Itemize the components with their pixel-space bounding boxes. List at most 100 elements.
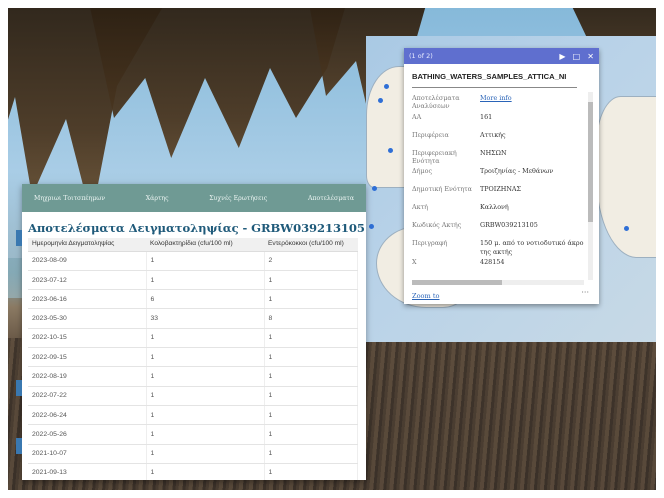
nav-item-faq[interactable]: Συχνές Ερωτήσεις xyxy=(209,195,267,202)
cell-enterococci: 1 xyxy=(264,463,358,480)
attribute-key: Δήμος xyxy=(412,167,433,176)
table-row: 2023-08-09 1 2 xyxy=(28,251,358,271)
cell-enterococci: 1 xyxy=(264,328,358,349)
cell-enterococci: 1 xyxy=(264,289,358,310)
cell-date: 2022-07-22 xyxy=(28,386,147,406)
cell-coliforms: 1 xyxy=(146,463,265,480)
cell-coliforms: 1 xyxy=(146,328,265,349)
cell-coliforms: 1 xyxy=(146,444,265,464)
nav-item-map[interactable]: Χάρτης xyxy=(146,195,169,202)
cell-date: 2022-06-24 xyxy=(28,405,147,426)
table-row: 2022-09-15 1 1 xyxy=(28,347,358,368)
table-row: 2021-10-07 1 1 xyxy=(28,444,358,464)
table-row: 2023-07-12 1 1 xyxy=(28,270,358,291)
table-row: 2021-09-13 1 1 xyxy=(28,463,358,480)
column-header-enterococci: Εντερόκοκκοι (cfu/100 ml) xyxy=(264,238,358,252)
cell-date: 2022-10-15 xyxy=(28,328,147,349)
sample-marker[interactable] xyxy=(624,226,629,231)
more-info-link[interactable]: More info xyxy=(480,94,584,102)
zoom-to-link[interactable]: Zoom to xyxy=(412,292,440,300)
popup-header: (1 of 2) ▶ □ ✕ xyxy=(404,48,599,64)
attribute-row: ΑΑ 161 xyxy=(412,113,584,129)
table-row: 2023-05-30 33 8 xyxy=(28,308,358,329)
cell-date: 2022-09-15 xyxy=(28,347,147,368)
cell-date: 2022-05-26 xyxy=(28,424,147,445)
cell-enterococci: 2 xyxy=(264,251,358,271)
sample-marker[interactable] xyxy=(372,186,377,191)
table-header-row: Ημερομηνία Δειγματοληψίας Κολοβακτηρίδια… xyxy=(28,238,358,252)
sample-marker[interactable] xyxy=(369,224,374,229)
cell-enterococci: 1 xyxy=(264,347,358,368)
attribute-value: ΝΗΣΩΝ xyxy=(480,148,507,157)
cell-coliforms: 1 xyxy=(146,270,265,291)
popup-controls: ▶ □ ✕ xyxy=(554,52,594,61)
attribute-key: Περιγραφή xyxy=(412,239,448,248)
next-icon[interactable]: ▶ xyxy=(559,52,565,61)
attribute-value: 150 μ. από το νοτιοδυτικό άκρο της ακτής xyxy=(480,239,584,256)
top-navbar: Μηχριωι Τοιτσπέημων Χάρτης Συχνές Ερωτήσ… xyxy=(22,184,366,212)
side-marker xyxy=(16,230,22,246)
attribute-key: Ακτή xyxy=(412,203,428,212)
sample-marker[interactable] xyxy=(388,148,393,153)
attribute-row: Αποτελέσματα Αναλύσεων More info xyxy=(412,94,584,111)
popup-layer-title: BATHING_WATERS_SAMPLES_ATTICA_NI xyxy=(412,72,567,81)
results-panel: Μηχριωι Τοιτσπέημων Χάρτης Συχνές Ερωτήσ… xyxy=(22,184,366,480)
cell-enterococci: 8 xyxy=(264,308,358,329)
attribute-value: Αττικής xyxy=(480,130,506,139)
attribute-key: ΑΑ xyxy=(412,112,422,121)
maximize-icon[interactable]: □ xyxy=(573,52,581,61)
cell-date: 2023-06-16 xyxy=(28,289,147,310)
nav-item-results[interactable]: Αποτελέσματα xyxy=(308,195,354,202)
sample-marker[interactable] xyxy=(384,84,389,89)
table-row: 2022-07-22 1 1 xyxy=(28,386,358,406)
map-land xyxy=(596,96,656,258)
more-options-icon[interactable]: ··· xyxy=(581,288,589,297)
cell-coliforms: 1 xyxy=(146,366,265,387)
attribute-row: Περιφέρεια Αττικής xyxy=(412,131,584,147)
vertical-scrollbar[interactable] xyxy=(588,92,593,280)
popup-counter: (1 of 2) xyxy=(409,52,433,60)
results-table: Ημερομηνία Δειγματοληψίας Κολοβακτηρίδια… xyxy=(28,238,358,480)
cell-date: 2021-09-13 xyxy=(28,463,147,480)
sample-marker[interactable] xyxy=(378,98,383,103)
attribute-row: Περιφερειακή Ενότητα ΝΗΣΩΝ xyxy=(412,149,584,166)
cell-enterococci: 1 xyxy=(264,424,358,445)
cell-coliforms: 6 xyxy=(146,289,265,310)
attribute-value: 428154 xyxy=(480,257,505,266)
divider xyxy=(412,87,577,88)
attribute-key: Περιφερειακή Ενότητα xyxy=(412,148,457,165)
attribute-row: Δήμος Τροιζηνίας - Μεθάνων xyxy=(412,167,584,183)
cell-enterococci: 1 xyxy=(264,366,358,387)
attribute-key: Αποτελέσματα Αναλύσεων xyxy=(412,94,460,111)
cell-coliforms: 1 xyxy=(146,347,265,368)
scroll-thumb[interactable] xyxy=(588,102,593,222)
results-title: Αποτελέσματα Δειγματοληψίας - GRBW039213… xyxy=(28,221,366,235)
palm-frond xyxy=(88,8,348,158)
cell-enterococci: 1 xyxy=(264,444,358,464)
cell-coliforms: 33 xyxy=(146,308,265,329)
attribute-key: Κωδικός Ακτής xyxy=(412,221,462,230)
nav-item[interactable]: Μηχριωι Τοιτσπέημων xyxy=(34,195,105,202)
cell-coliforms: 1 xyxy=(146,424,265,445)
attribute-row: X 428154 xyxy=(412,258,584,274)
attribute-key: X xyxy=(412,257,417,266)
scroll-thumb[interactable] xyxy=(412,280,502,285)
attribute-value: 161 xyxy=(480,112,493,121)
cell-coliforms: 1 xyxy=(146,251,265,271)
cell-coliforms: 1 xyxy=(146,386,265,406)
cell-date: 2023-05-30 xyxy=(28,308,147,329)
horizontal-scrollbar[interactable] xyxy=(412,280,584,285)
attribute-value: GRBW039213105 xyxy=(480,221,538,230)
side-marker xyxy=(16,438,22,454)
table-row: 2023-06-16 6 1 xyxy=(28,289,358,310)
attribute-row: Περιγραφή 150 μ. από το νοτιοδυτικό άκρο … xyxy=(412,239,584,256)
table-row: 2022-06-24 1 1 xyxy=(28,405,358,426)
attribute-row: Δημοτική Ενότητα ΤΡΟΙΖΗΝΑΣ xyxy=(412,185,584,201)
table-row: 2022-08-19 1 1 xyxy=(28,366,358,387)
attribute-value: ΤΡΟΙΖΗΝΑΣ xyxy=(480,185,522,194)
column-header-date: Ημερομηνία Δειγματοληψίας xyxy=(28,238,146,252)
cell-coliforms: 1 xyxy=(146,405,265,426)
table-row: 2022-05-26 1 1 xyxy=(28,424,358,445)
close-icon[interactable]: ✕ xyxy=(587,52,594,61)
cell-enterococci: 1 xyxy=(264,386,358,406)
